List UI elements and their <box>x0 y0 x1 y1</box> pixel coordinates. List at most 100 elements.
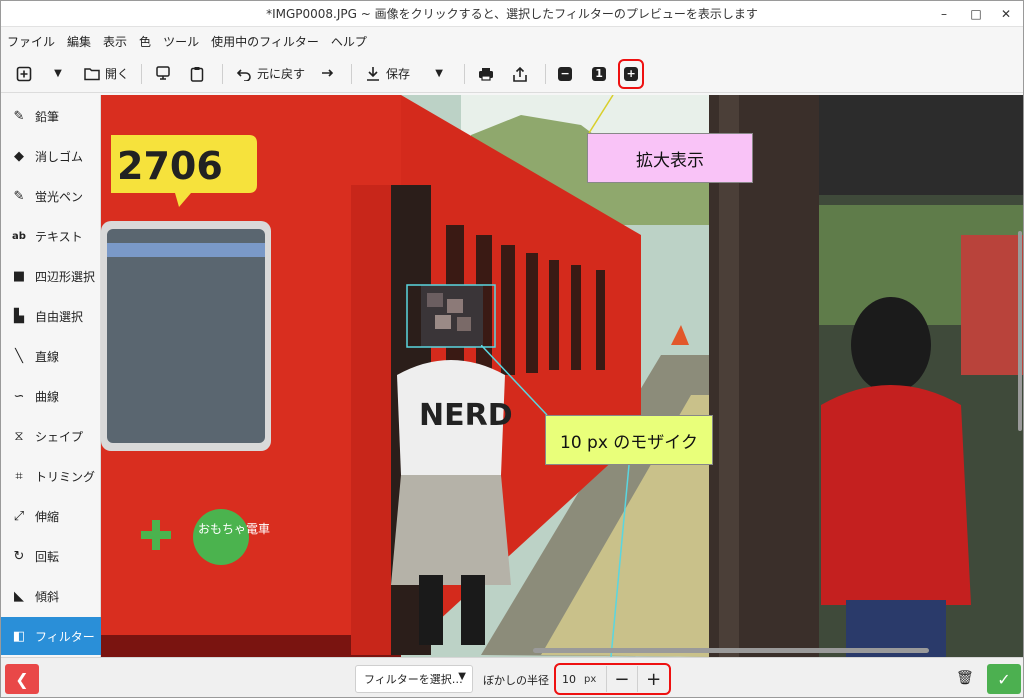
menu-file[interactable]: ファイル <box>7 33 55 50</box>
redo-button[interactable] <box>311 59 345 89</box>
tool-eraser[interactable]: ◆ 消しゴム <box>1 137 101 175</box>
zoom-in-button[interactable]: + <box>618 58 645 89</box>
caret-down-icon: ▼ <box>54 68 62 79</box>
folder-icon <box>83 65 101 83</box>
screenshot-icon <box>154 65 172 83</box>
minimize-button[interactable]: – <box>929 1 959 27</box>
blur-radius-unit: px <box>584 673 597 685</box>
save-button[interactable]: 保存 <box>358 59 416 89</box>
tool-line[interactable]: ╲ 直線 <box>1 337 101 375</box>
tool-pencil[interactable]: ✎ 鉛筆 <box>1 97 101 135</box>
menu-view[interactable]: 表示 <box>103 33 127 50</box>
print-button[interactable] <box>471 59 505 89</box>
checkmark-icon: ✓ <box>997 669 1011 689</box>
maximize-button[interactable]: □ <box>961 1 991 27</box>
tool-label: 自由選択 <box>35 309 84 324</box>
blur-radius-input[interactable]: 10 px <box>556 666 606 692</box>
tool-label: フィルター <box>35 629 95 644</box>
menu-tools[interactable]: ツール <box>163 33 199 50</box>
printer-icon <box>477 65 495 83</box>
tool-rotate[interactable]: ↻ 回転 <box>1 537 101 575</box>
tool-shape[interactable]: ⧖ シェイプ <box>1 417 101 455</box>
clipboard-icon <box>188 65 206 83</box>
menu-bar: ファイル 編集 表示 色 ツール 使用中のフィルター ヘルプ <box>1 28 1023 54</box>
tool-label: テキスト <box>35 229 83 244</box>
tool-label: 消しゴム <box>35 149 84 164</box>
image-canvas[interactable]: 2706 おもちゃ電車 NERD 拡大表示 10 px のモザイク <box>101 95 1023 657</box>
vertical-scrollbar[interactable] <box>1018 231 1022 431</box>
undo-icon <box>235 65 253 83</box>
line-icon: ╲ <box>15 348 23 364</box>
callout-mosaic-text: 10 px のモザイク <box>560 432 698 453</box>
tool-filter[interactable]: ◧ フィルター <box>1 617 101 655</box>
download-icon <box>364 65 382 83</box>
open-button[interactable]: 開く <box>77 59 135 89</box>
pencil-icon: ✎ <box>13 108 25 124</box>
tool-text[interactable]: ab テキスト <box>1 217 101 255</box>
close-button[interactable]: ✕ <box>991 1 1021 27</box>
new-dropdown-button[interactable]: ▼ <box>43 59 77 89</box>
tool-crop[interactable]: ⌗ トリミング <box>1 457 101 495</box>
tool-curve[interactable]: ∽ 曲線 <box>1 377 101 415</box>
callout-mosaic-pointer-bottom <box>610 465 630 657</box>
menu-edit[interactable]: 編集 <box>67 33 91 50</box>
zoom-out-button[interactable]: − <box>552 59 578 89</box>
export-button[interactable] <box>505 59 539 89</box>
tool-highlighter[interactable]: ✎ 蛍光ペン <box>1 177 101 215</box>
callout-zoom-pointer <box>588 95 614 134</box>
open-label: 開く <box>105 67 130 81</box>
train-logo-text: おもちゃ電車 <box>198 522 270 536</box>
tool-label: 直線 <box>35 349 60 364</box>
zoom-out-icon: − <box>558 66 573 81</box>
blur-radius-stepper: 10 px − + <box>554 663 671 695</box>
rotate-icon: ↻ <box>13 548 25 564</box>
filter-icon: ◧ <box>12 628 26 644</box>
curve-icon: ∽ <box>13 388 25 404</box>
toolbar-divider <box>545 63 547 84</box>
undo-button[interactable]: 元に戻す <box>229 59 311 89</box>
toolbar: ▼ 開く 元に戻す 保存 ▼ − 1 + <box>1 55 1023 93</box>
menu-help[interactable]: ヘルプ <box>331 33 367 50</box>
callout-zoom-text: 拡大表示 <box>636 150 704 171</box>
toolbar-divider <box>464 63 466 84</box>
redo-icon <box>317 65 335 83</box>
toolbar-divider <box>222 63 224 84</box>
shape-icon: ⧖ <box>14 428 24 444</box>
train-number: 2706 <box>117 144 223 188</box>
zoom-original-button[interactable]: 1 <box>586 59 612 89</box>
clipboard-button[interactable] <box>182 59 216 89</box>
filter-select[interactable]: フィルターを選択… ▼ <box>355 665 473 693</box>
menu-active-filters[interactable]: 使用中のフィルター <box>211 33 319 50</box>
highlighter-icon: ✎ <box>13 188 25 204</box>
tool-rect-select[interactable]: ■ 四辺形選択 <box>1 257 101 295</box>
new-button[interactable] <box>9 59 43 89</box>
tool-scale[interactable]: ⤢ 伸縮 <box>1 497 101 535</box>
decrease-radius-button[interactable]: − <box>605 666 638 692</box>
app-window: *IMGP0008.JPG ~ 画像をクリックすると、選択したフィルターのプレビ… <box>0 0 1024 698</box>
horizontal-scrollbar[interactable] <box>533 648 929 653</box>
crop-icon: ⌗ <box>15 468 23 484</box>
save-dropdown-button[interactable]: ▼ <box>424 59 458 89</box>
tool-skew[interactable]: ◣ 傾斜 <box>1 577 101 615</box>
tool-free-select[interactable]: ▙ 自由選択 <box>1 297 101 335</box>
window-title: *IMGP0008.JPG ~ 画像をクリックすると、選択したフィルターのプレビ… <box>266 7 758 21</box>
increase-radius-button[interactable]: + <box>637 666 669 692</box>
paste-new-button[interactable] <box>148 59 182 89</box>
menu-color[interactable]: 色 <box>139 33 151 50</box>
tool-label: 回転 <box>35 549 60 564</box>
bottom-bar: ❮ フィルターを選択… ▼ ぼかしの半径 10 px − + 🗑 ✓ <box>1 657 1023 697</box>
trash-icon[interactable]: 🗑 <box>956 670 974 686</box>
cancel-button[interactable]: ❮ <box>5 664 39 694</box>
tool-label: 鉛筆 <box>35 109 60 124</box>
zoom-in-icon: + <box>624 66 639 81</box>
rect-select-icon: ■ <box>12 268 26 284</box>
zoom-original-icon: 1 <box>592 66 607 81</box>
callout-mosaic-pointer-top <box>481 345 548 416</box>
tool-label: トリミング <box>35 469 96 484</box>
eraser-icon: ◆ <box>14 148 24 164</box>
scale-icon: ⤢ <box>13 508 25 524</box>
apply-button[interactable]: ✓ <box>987 664 1021 694</box>
blur-radius-label: ぼかしの半径 <box>483 674 549 687</box>
tool-label: 伸縮 <box>35 509 60 524</box>
tool-label: 傾斜 <box>35 589 60 604</box>
